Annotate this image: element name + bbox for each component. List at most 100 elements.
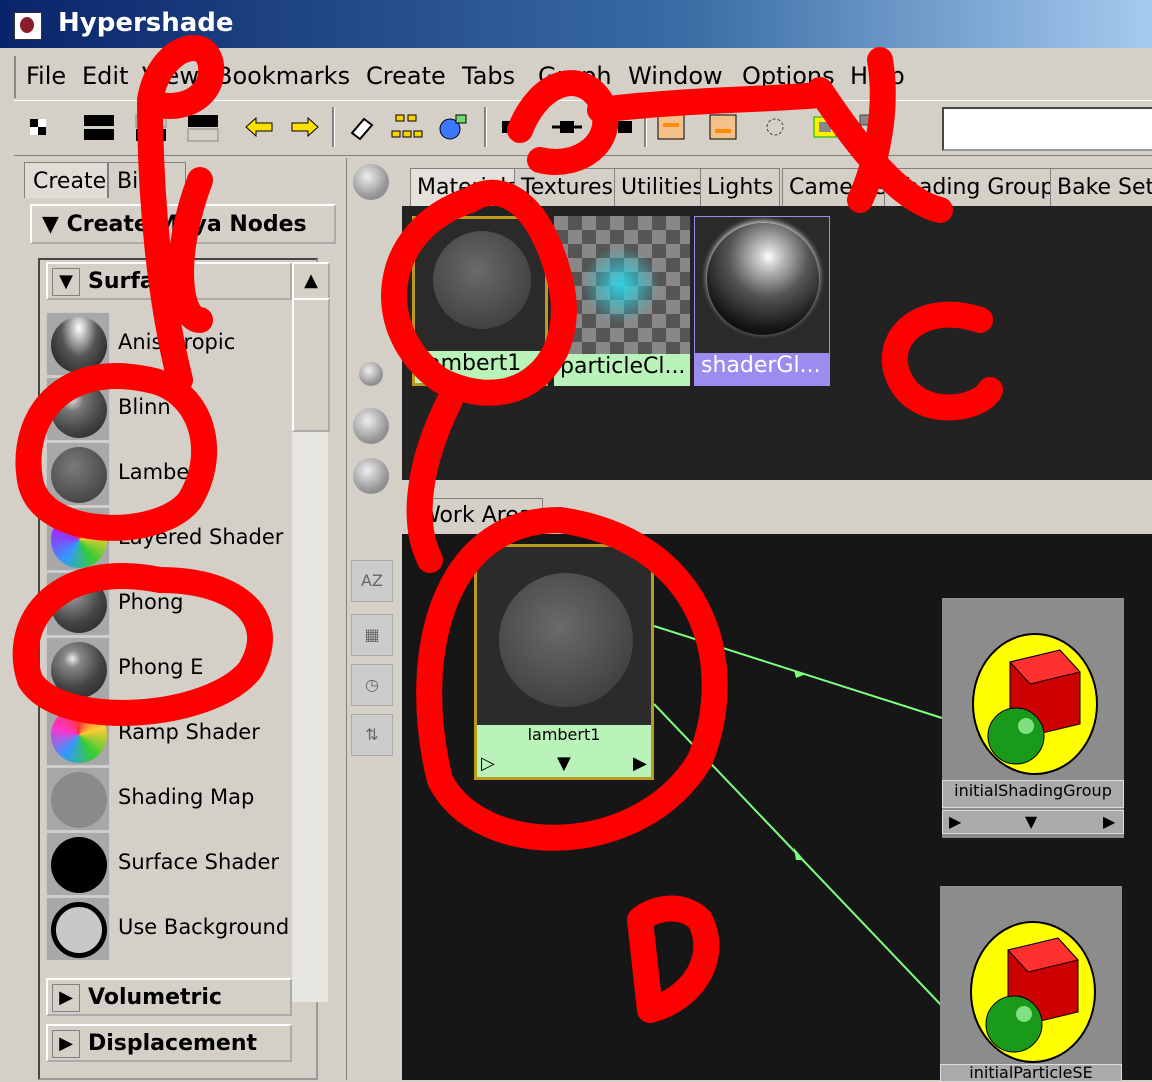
section-volumetric-label: Volumetric	[88, 985, 222, 1010]
section-surface[interactable]: ▼ Surface	[46, 262, 292, 300]
title-bar[interactable]: Hypershade	[0, 0, 1152, 48]
sort-type-icon[interactable]: ▦	[351, 614, 393, 656]
node-port-bar: ▶ ▼ ▶	[942, 810, 1124, 834]
list-item-phong[interactable]: Phong	[46, 572, 292, 636]
menu-view[interactable]: View	[142, 62, 199, 90]
forward-arrow-icon[interactable]	[288, 109, 322, 145]
tab-materials[interactable]: Materials	[410, 168, 525, 206]
tab-create[interactable]: Create	[24, 162, 108, 198]
node-lambert1[interactable]: lambert1 ▷ ▼ ▶	[474, 544, 654, 780]
node-list-scrollbar[interactable]: ▲	[292, 262, 330, 1002]
tab-lights[interactable]: Lights	[700, 168, 781, 206]
swatch-large-icon[interactable]	[353, 458, 389, 494]
graph-layout-icon[interactable]	[390, 109, 424, 145]
section-displacement[interactable]: ▶ Displacement	[46, 1024, 292, 1062]
tab-cameras[interactable]: Cameras	[782, 168, 894, 206]
back-arrow-icon[interactable]	[242, 109, 276, 145]
menu-edit[interactable]: Edit	[82, 62, 128, 90]
sort-reverse-icon[interactable]: ⇅	[351, 714, 393, 756]
node-initial-shading-group[interactable]: initialShadingGroup ▶ ▼ ▶	[942, 598, 1124, 838]
layout-bottom-icon[interactable]	[134, 109, 168, 145]
material-shaderglow[interactable]: shaderGl...	[694, 216, 830, 386]
eraser-icon[interactable]	[344, 109, 378, 145]
swatch-medium-icon[interactable]	[353, 408, 389, 444]
maya-app-icon	[14, 12, 42, 40]
tab-utilities[interactable]: Utilities	[614, 168, 711, 206]
shading-group-icon	[970, 921, 1096, 1063]
section-volumetric[interactable]: ▶ Volumetric	[46, 978, 292, 1016]
item-label: Shading Map	[118, 785, 255, 809]
tab-bake-sets[interactable]: Bake Sets	[1050, 168, 1152, 206]
list-item-layered-shader[interactable]: Layered Shader	[46, 507, 292, 571]
list-item-surface-shader[interactable]: Surface Shader	[46, 832, 292, 896]
material-label: lambert1	[415, 351, 545, 383]
ramp-shader-swatch	[46, 702, 110, 766]
menu-graph[interactable]: Graph	[538, 62, 612, 90]
tab-lower-icon[interactable]	[706, 109, 740, 145]
list-item-blinn[interactable]: Blinn	[46, 377, 292, 441]
phong-swatch	[46, 572, 110, 636]
menu-tabs[interactable]: Tabs	[462, 62, 515, 90]
section-surface-label: Surface	[88, 269, 183, 294]
menu-options[interactable]: Options	[742, 62, 835, 90]
frame-selection-icon[interactable]	[808, 109, 842, 145]
node-label: initialParticleSE	[940, 1064, 1122, 1082]
menu-help[interactable]: Help	[850, 62, 905, 90]
list-item-use-background[interactable]: Use Background	[46, 897, 292, 961]
tab-bins[interactable]: Bins	[108, 162, 186, 198]
menu-bar: File Edit View Bookmarks Create Tabs Gra…	[14, 56, 1152, 98]
section-displacement-label: Displacement	[88, 1031, 258, 1056]
list-item-ramp-shader[interactable]: Ramp Shader	[46, 702, 292, 766]
create-maya-nodes-header[interactable]: ▼ Create Maya Nodes	[30, 204, 336, 244]
menu-create[interactable]: Create	[366, 62, 446, 90]
create-bar-panel: Create Bins ▼ Create Maya Nodes ▼ Surfac…	[14, 158, 340, 1080]
node-initial-particle-se[interactable]: initialParticleSE	[940, 886, 1122, 1082]
node-list: ▼ Surface Anisotropic Blinn Lambert Laye…	[38, 258, 318, 1080]
layout-single-icon[interactable]	[24, 109, 58, 145]
menu-bookmarks[interactable]: Bookmarks	[216, 62, 350, 90]
material-particlecloud[interactable]: particleCl...	[554, 216, 690, 386]
surface-shader-swatch	[46, 832, 110, 896]
lambert-sphere	[499, 573, 633, 707]
scroll-up-arrow-icon[interactable]: ▲	[292, 262, 330, 300]
swatch-size-strip: AZ ▦ ◷ ⇅	[346, 158, 397, 1080]
list-item-shading-map[interactable]: Shading Map	[46, 767, 292, 831]
sort-time-icon[interactable]: ◷	[351, 664, 393, 706]
tab-shading-groups[interactable]: Shading Groups	[884, 168, 1073, 206]
list-item-lambert[interactable]: Lambert	[46, 442, 292, 506]
work-area[interactable]: Work Area lambert1 ▷ ▼ ▶ initialShadingG…	[402, 488, 1152, 1082]
list-item-phong-e[interactable]: Phong E	[46, 637, 292, 701]
tab-upper-icon[interactable]	[654, 109, 688, 145]
swatch-small-icon[interactable]	[359, 362, 383, 386]
output-connections-icon[interactable]	[602, 109, 636, 145]
frame-all-icon[interactable]	[856, 109, 890, 145]
layout-split-icon[interactable]	[82, 109, 116, 145]
in-out-connections-icon[interactable]	[550, 109, 584, 145]
layout-top-icon[interactable]	[186, 109, 220, 145]
port-right-icon[interactable]: ▶	[1103, 812, 1115, 831]
triangle-down-icon: ▼	[52, 268, 80, 296]
search-field[interactable]	[942, 107, 1152, 151]
clear-graph-icon[interactable]	[758, 109, 792, 145]
material-lambert1[interactable]: lambert1	[412, 216, 548, 386]
menu-window[interactable]: Window	[628, 62, 723, 90]
tab-bar-top: Materials Textures Utilities Lights Came…	[402, 158, 1152, 206]
port-left-icon[interactable]: ▶	[949, 812, 961, 831]
graph-network-icon[interactable]	[436, 109, 470, 145]
port-right-icon[interactable]: ▶	[633, 753, 647, 774]
menu-file[interactable]: File	[26, 62, 66, 90]
item-label: Lambert	[118, 460, 207, 484]
input-connections-icon[interactable]	[498, 109, 532, 145]
phong-e-swatch	[46, 637, 110, 701]
port-expand-icon[interactable]: ▼	[1025, 812, 1037, 831]
tab-textures[interactable]: Textures	[514, 168, 620, 206]
anisotropic-swatch	[46, 312, 110, 376]
toolbar-separator	[484, 107, 487, 147]
sort-alpha-icon[interactable]: AZ	[351, 560, 393, 602]
swatch-size-icon[interactable]	[353, 164, 389, 200]
lambert-sphere	[433, 231, 531, 329]
port-expand-icon[interactable]: ▼	[557, 753, 571, 774]
port-left-icon[interactable]: ▷	[481, 753, 495, 774]
scroll-thumb[interactable]	[292, 298, 330, 432]
list-item-anisotropic[interactable]: Anisotropic	[46, 312, 292, 376]
